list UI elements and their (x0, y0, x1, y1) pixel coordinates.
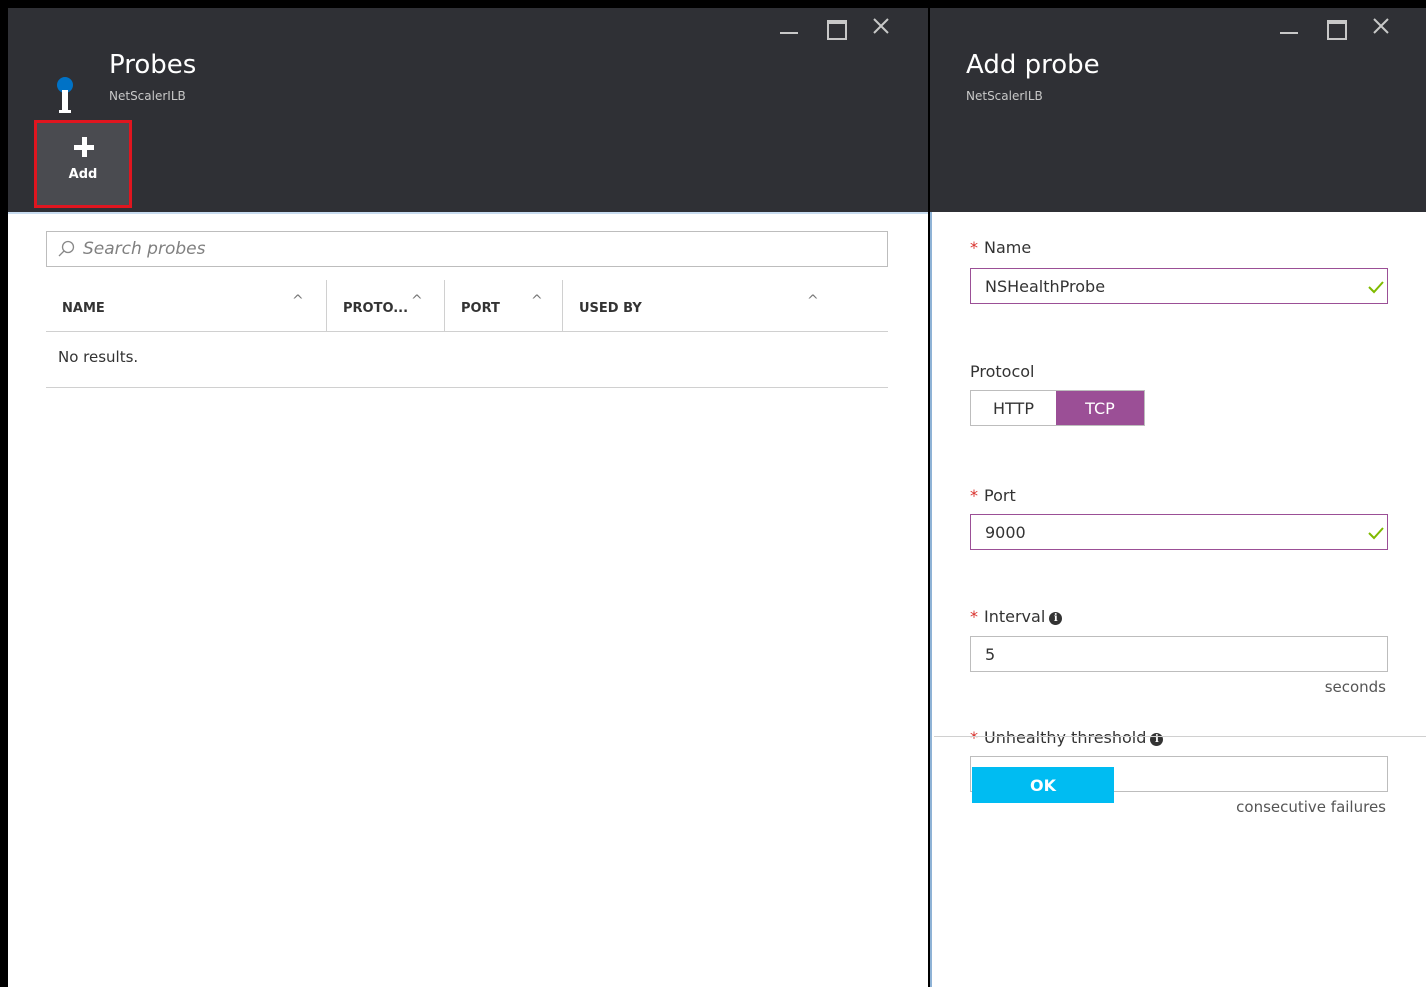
maximize-icon[interactable] (1324, 8, 1347, 40)
probes-grid-header: NAME ^ PROTO... ^ PORT ^ USED BY ^ (46, 280, 888, 332)
add-button[interactable]: Add (34, 120, 132, 208)
interval-label: * Interval i (970, 607, 1063, 626)
load-balancer-icon (57, 77, 73, 113)
sort-asc-icon[interactable]: ^ (411, 293, 423, 309)
page-subtitle: NetScalerILB (109, 89, 186, 103)
required-marker: * (970, 238, 978, 257)
probes-blade: Probes NetScalerILB Add NAME ^ PROTO... … (8, 8, 928, 987)
port-field[interactable] (970, 514, 1388, 550)
protocol-toggle: HTTP TCP (970, 390, 1145, 426)
plus-icon (74, 137, 94, 157)
minimize-icon[interactable] (1278, 8, 1300, 38)
valid-check-icon (1368, 281, 1384, 294)
add-probe-form: *Name Protocol HTTP TCP *Port *Intervali… (930, 212, 1426, 987)
port-label: * Port (970, 486, 1016, 505)
search-icon (58, 240, 75, 257)
page-title: Probes (109, 50, 197, 80)
minimize-icon[interactable] (778, 8, 800, 38)
name-label: * Name (970, 238, 1032, 257)
page-title: Add probe (966, 50, 1100, 80)
search-box[interactable] (46, 231, 888, 267)
column-header-protocol[interactable]: PROTO... ^ (326, 280, 444, 332)
interval-field[interactable] (970, 636, 1388, 672)
protocol-option-tcp[interactable]: TCP (1056, 391, 1144, 425)
maximize-icon[interactable] (824, 8, 847, 40)
required-marker: * (970, 486, 978, 505)
add-probe-header: Add probe NetScalerILB (930, 8, 1426, 212)
required-marker: * (970, 607, 978, 626)
empty-state-text: No results. (46, 333, 888, 388)
name-field[interactable] (970, 268, 1388, 304)
probes-content: NAME ^ PROTO... ^ PORT ^ USED BY ^ No re… (8, 212, 928, 987)
close-icon[interactable] (870, 8, 892, 38)
column-header-port[interactable]: PORT ^ (444, 280, 562, 332)
valid-check-icon (1368, 527, 1384, 540)
close-icon[interactable] (1370, 8, 1392, 38)
interval-unit: seconds (1324, 678, 1386, 696)
info-icon[interactable]: i (1049, 612, 1063, 625)
column-header-used-by[interactable]: USED BY ^ (562, 280, 888, 332)
add-probe-blade: Add probe NetScalerILB *Name Protocol HT… (930, 8, 1426, 987)
add-button-label: Add (68, 167, 98, 182)
sort-asc-icon[interactable]: ^ (807, 293, 819, 309)
sort-asc-icon[interactable]: ^ (292, 293, 304, 309)
ok-button[interactable]: OK (972, 767, 1114, 803)
column-header-name[interactable]: NAME ^ (46, 280, 326, 332)
page-subtitle: NetScalerILB (966, 89, 1043, 103)
protocol-label: Protocol (970, 362, 1035, 381)
window-controls (1278, 8, 1392, 48)
probes-header: Probes NetScalerILB Add (8, 8, 928, 212)
protocol-option-http[interactable]: HTTP (971, 391, 1056, 425)
sort-asc-icon[interactable]: ^ (531, 293, 543, 309)
blade-footer: OK (934, 736, 1426, 987)
search-input[interactable] (83, 239, 863, 259)
window-controls (778, 8, 892, 48)
